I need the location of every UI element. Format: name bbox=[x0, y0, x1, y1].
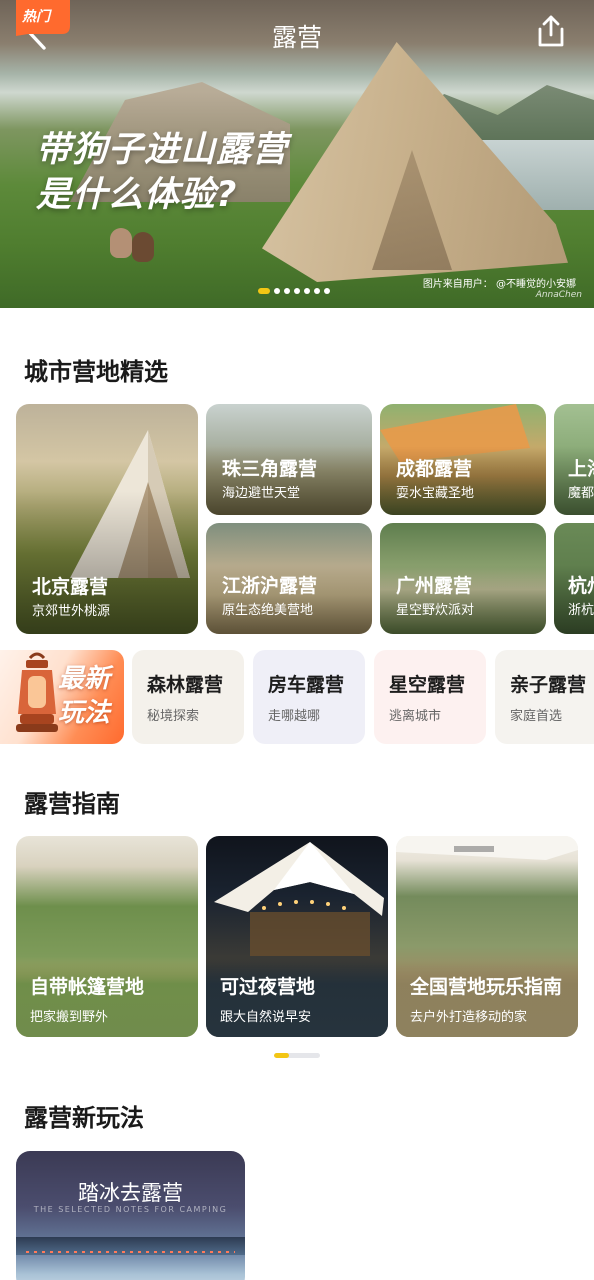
carousel-dot[interactable] bbox=[274, 288, 280, 294]
guide-scroll-indicator-fill bbox=[274, 1053, 290, 1058]
city-name: 北京露营 bbox=[32, 576, 109, 598]
dog-graphic bbox=[132, 232, 154, 262]
guide-scroll-indicator bbox=[274, 1053, 320, 1058]
theme-title: 森林露营 bbox=[147, 674, 224, 696]
ice-camping-subtitle: THE SELECTED NOTES FOR CAMPING bbox=[33, 1205, 228, 1214]
watermark: AnnaChen bbox=[535, 290, 582, 300]
guide-section-title: 露营指南 bbox=[24, 790, 120, 818]
lantern-icon bbox=[16, 652, 58, 732]
guide-sub: 跟大自然说早安 bbox=[220, 1010, 312, 1025]
theme-sub: 秘境探索 bbox=[147, 709, 200, 724]
city-card-beijing[interactable]: 北京露营 京郊世外桃源 bbox=[16, 404, 198, 634]
hot-badge: 热门 bbox=[16, 0, 70, 36]
theme-chip-stars[interactable]: 星空露营 逃离城市 bbox=[374, 650, 486, 744]
city-sub: 耍水宝藏圣地 bbox=[396, 486, 475, 501]
theme-sub: 走哪越哪 bbox=[268, 709, 321, 724]
guide-card-tent[interactable]: 自带帐篷营地 把家搬到野外 bbox=[16, 836, 198, 1037]
city-card-shanghai[interactable]: 上海露营 魔都 bbox=[554, 404, 594, 515]
carousel-dot-active[interactable] bbox=[258, 288, 270, 294]
city-section-title: 城市营地精选 bbox=[24, 358, 168, 386]
city-sub: 浙杭 bbox=[568, 603, 594, 618]
hot-badge-label: 热门 bbox=[22, 9, 50, 25]
hero-headline-line2: 是什么体验? bbox=[36, 175, 238, 215]
city-sub: 星空野炊派对 bbox=[396, 603, 475, 618]
theme-chip-rv[interactable]: 房车露营 走哪越哪 bbox=[253, 650, 365, 744]
ice-camping-title: 踏冰去露营 bbox=[78, 1181, 183, 1205]
theme-title: 房车露营 bbox=[268, 674, 345, 696]
guide-card-national[interactable]: 全国营地玩乐指南 去户外打造移动的家 bbox=[396, 836, 578, 1037]
share-icon[interactable] bbox=[536, 14, 566, 48]
city-sub: 海边避世天堂 bbox=[222, 486, 301, 501]
city-card-hangzhou[interactable]: 杭州露营 浙杭 bbox=[554, 523, 594, 634]
lights-graphic bbox=[26, 1251, 235, 1253]
city-name: 江浙沪露营 bbox=[222, 575, 318, 597]
city-sub: 魔都 bbox=[568, 486, 594, 501]
new-play-label: 最新玩法 bbox=[58, 664, 111, 728]
city-name: 珠三角露营 bbox=[222, 458, 318, 480]
carousel-dot[interactable] bbox=[294, 288, 300, 294]
city-card-prd[interactable]: 珠三角露营 海边避世天堂 bbox=[206, 404, 372, 515]
city-name: 成都露营 bbox=[396, 458, 473, 480]
page-title: 露营 bbox=[271, 23, 322, 52]
theme-title: 亲子露营 bbox=[510, 674, 587, 696]
new-play-banner[interactable]: 最新玩法 bbox=[0, 650, 124, 744]
guide-name: 可过夜营地 bbox=[220, 976, 316, 998]
carousel-dots bbox=[258, 288, 330, 294]
carousel-dot[interactable] bbox=[304, 288, 310, 294]
city-card-chengdu[interactable]: 成都露营 耍水宝藏圣地 bbox=[380, 404, 546, 515]
hero-headline-line1: 带狗子进山露营 bbox=[36, 130, 289, 170]
city-sub: 京郊世外桃源 bbox=[32, 604, 111, 619]
dogs-graphic bbox=[110, 222, 156, 264]
city-name: 广州露营 bbox=[396, 575, 473, 597]
hero-headline: 带狗子进山露营 是什么体验? bbox=[36, 128, 288, 218]
theme-title: 星空露营 bbox=[389, 674, 466, 696]
theme-chip-family[interactable]: 亲子露营 家庭首选 bbox=[495, 650, 594, 744]
theme-sub: 家庭首选 bbox=[510, 709, 563, 724]
city-name: 上海露营 bbox=[568, 458, 594, 480]
guide-name: 全国营地玩乐指南 bbox=[410, 976, 563, 998]
top-bar: 露营 bbox=[0, 0, 594, 70]
city-card-guangzhou[interactable]: 广州露营 星空野炊派对 bbox=[380, 523, 546, 634]
canopy-graphic bbox=[396, 836, 578, 860]
photo-credit: 图片来自用户： @不睡觉的小安娜 bbox=[422, 279, 576, 290]
carousel-dot[interactable] bbox=[284, 288, 290, 294]
night-tent-graphic bbox=[214, 842, 384, 956]
guide-sub: 去户外打造移动的家 bbox=[410, 1010, 528, 1025]
guide-sub: 把家搬到野外 bbox=[30, 1010, 109, 1025]
carousel-dot[interactable] bbox=[324, 288, 330, 294]
city-card-jzh[interactable]: 江浙沪露营 原生态绝美营地 bbox=[206, 523, 372, 634]
city-name: 杭州露营 bbox=[568, 575, 594, 597]
theme-chip-forest[interactable]: 森林露营 秘境探索 bbox=[132, 650, 244, 744]
guide-card-overnight[interactable]: 可过夜营地 跟大自然说早安 bbox=[206, 836, 388, 1037]
city-sub: 原生态绝美营地 bbox=[222, 603, 314, 618]
dog-graphic bbox=[110, 228, 132, 258]
carousel-dot[interactable] bbox=[314, 288, 320, 294]
ice-camping-card[interactable]: 踏冰去露营 THE SELECTED NOTES FOR CAMPING bbox=[16, 1151, 245, 1280]
guide-name: 自带帐篷营地 bbox=[30, 976, 145, 998]
new-section-title: 露营新玩法 bbox=[24, 1104, 144, 1132]
theme-sub: 逃离城市 bbox=[389, 709, 442, 724]
